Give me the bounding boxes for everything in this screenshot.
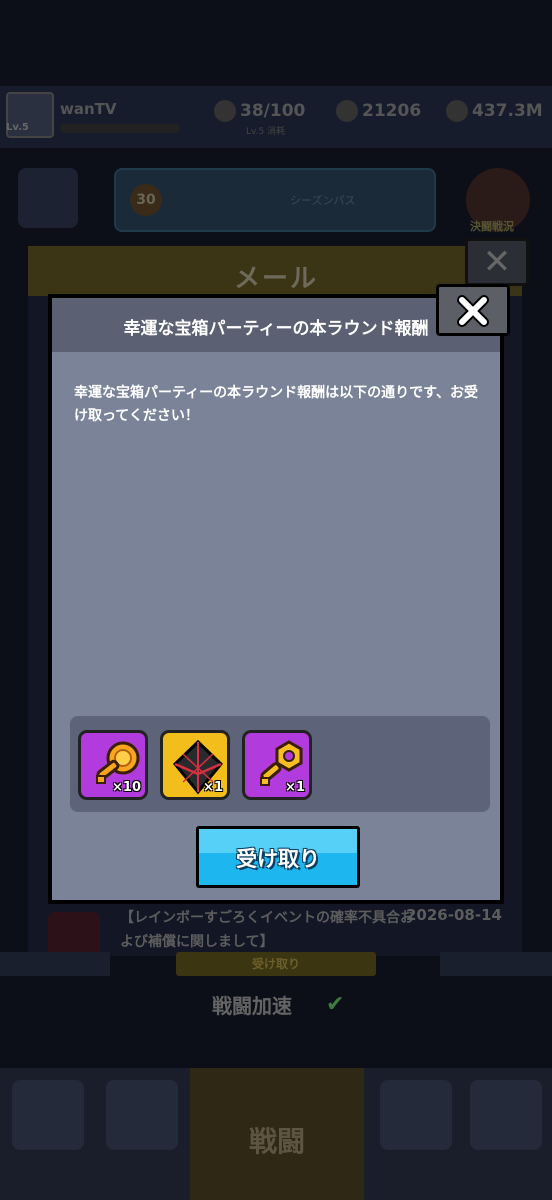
reward-dialog: 幸運な宝箱パーティーの本ラウンド報酬 幸運な宝箱パーティーの本ラウンド報酬は以下…: [48, 294, 504, 904]
energy-stat: 38/100: [214, 100, 305, 122]
energy-icon: [214, 100, 236, 122]
dialog-message: 幸運な宝箱パーティーの本ラウンド報酬は以下の通りです、お受け取ってください！: [74, 385, 479, 424]
mail-item-title[interactable]: 【レインボーすごろくイベントの確率不具合および補償に関しまして】: [120, 906, 420, 954]
dialog-title: 幸運な宝箱パーティーの本ラウンド報酬: [123, 319, 429, 339]
close-button[interactable]: [436, 284, 510, 336]
check-icon[interactable]: ✔: [326, 992, 344, 1017]
side-button-label: 決闘戦況: [470, 220, 514, 233]
claim-all-button[interactable]: [440, 952, 552, 976]
player-name: wanTV: [60, 100, 117, 118]
mail-claim-button[interactable]: 受け取り: [176, 952, 376, 976]
gem-stat: 21206: [336, 100, 421, 122]
reward-quantity: ×10: [112, 780, 141, 795]
battle-speed-label: 戦闘加速: [212, 994, 292, 1018]
menu-icon[interactable]: [18, 168, 78, 228]
claim-button[interactable]: 受け取り: [196, 826, 360, 888]
season-level-badge: 30: [130, 184, 162, 216]
nav-battle-label: 戦闘: [248, 1125, 305, 1158]
reward-list: ×10 ×1 ×1: [70, 716, 490, 812]
nav-shop[interactable]: [12, 1080, 84, 1150]
reward-item[interactable]: ×1: [160, 730, 230, 800]
coin-icon: [446, 100, 468, 122]
season-pass-banner[interactable]: [114, 168, 436, 232]
dialog-header: 幸運な宝箱パーティーの本ラウンド報酬: [52, 298, 500, 352]
reward-quantity: ×1: [203, 780, 223, 795]
player-level: Lv.5: [6, 122, 29, 133]
nav-skills[interactable]: [380, 1080, 452, 1150]
energy-sub-label: Lv.5 消耗: [246, 127, 286, 137]
claim-button-label: 受け取り: [236, 847, 320, 871]
experience-bar: [60, 124, 180, 133]
reward-item[interactable]: ×10: [78, 730, 148, 800]
nav-tickets[interactable]: [470, 1080, 542, 1150]
close-icon: [457, 295, 489, 327]
mail-close-icon[interactable]: ✕: [465, 238, 529, 286]
gem-icon: [336, 100, 358, 122]
mail-item-date: 2026-08-14: [406, 906, 502, 924]
coin-stat: 437.3M: [446, 100, 543, 122]
reward-quantity: ×1: [285, 780, 305, 795]
delete-button[interactable]: [0, 952, 110, 976]
reward-item[interactable]: ×1: [242, 730, 312, 800]
nav-equipment[interactable]: [106, 1080, 178, 1150]
season-pass-label: シーズンパス: [290, 194, 356, 207]
